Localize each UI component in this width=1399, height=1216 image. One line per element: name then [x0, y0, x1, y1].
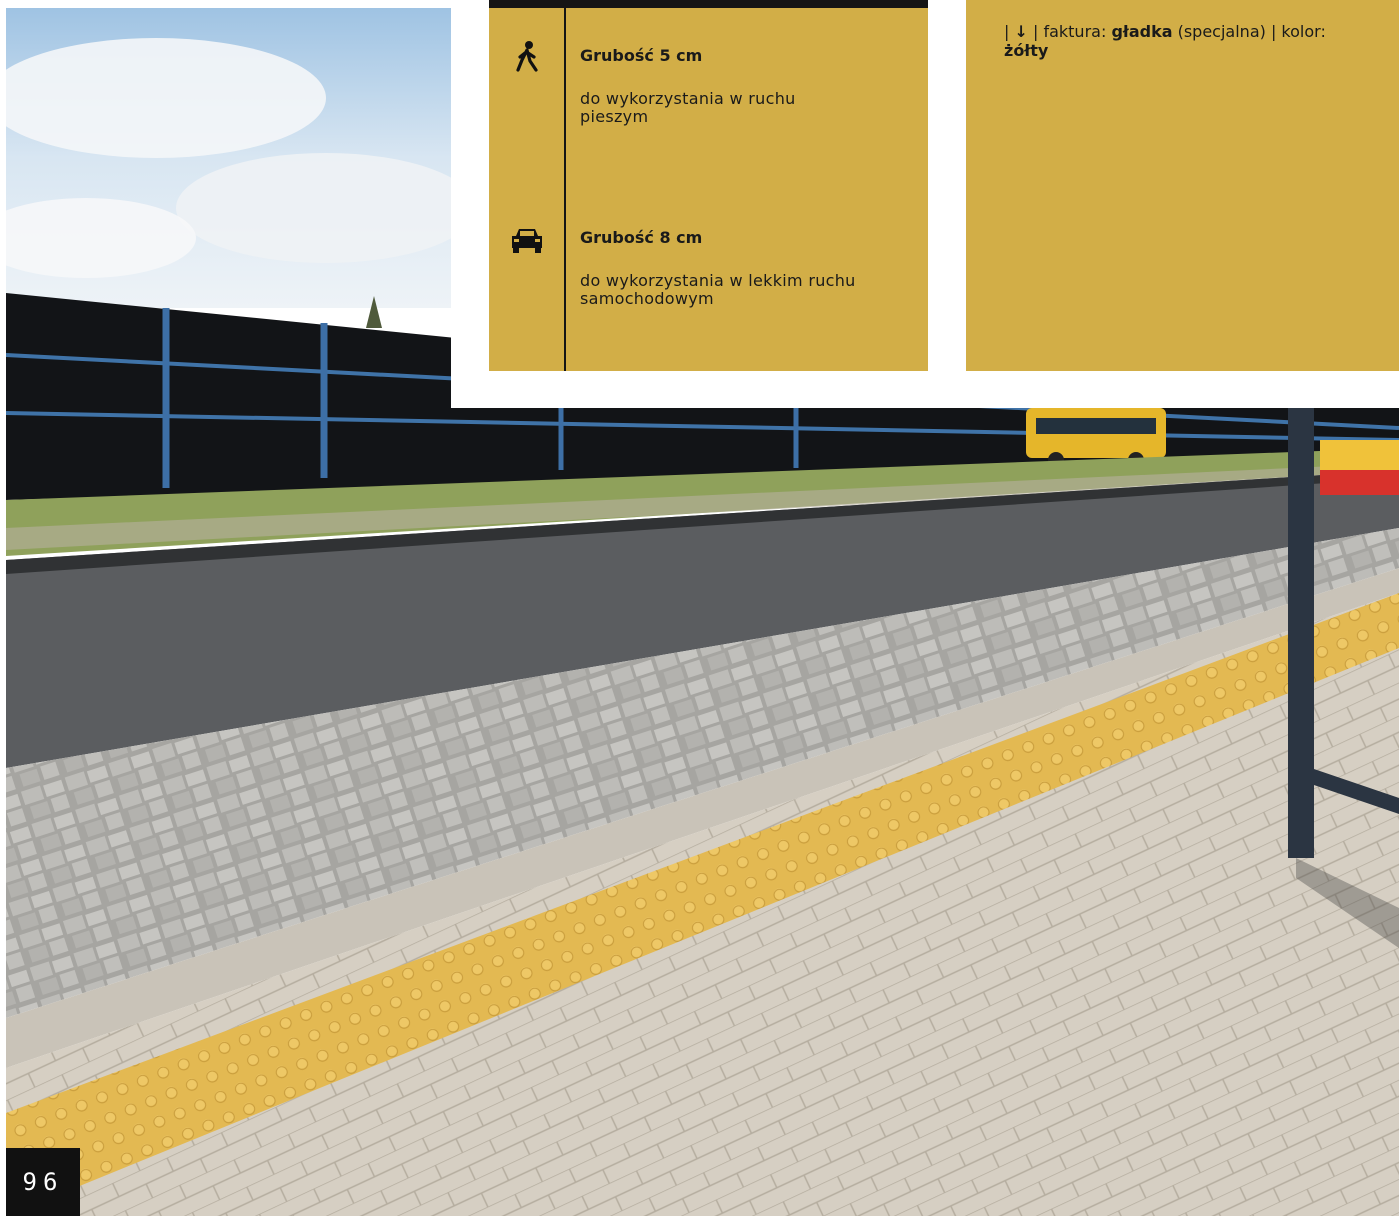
separator: |	[1027, 22, 1044, 41]
color-label: kolor:	[1281, 22, 1326, 41]
pedestrian-icon	[509, 40, 545, 76]
texture-note: (specjalna) |	[1172, 22, 1282, 41]
texture-label: faktura:	[1043, 22, 1112, 41]
color-value: żółty	[1004, 41, 1049, 60]
separator: |	[1004, 22, 1015, 41]
spec-box: | ↓ | faktura: gładka (specjalna) | kolo…	[966, 0, 1399, 371]
row-title: Grubość 5 cm	[580, 46, 703, 65]
texture-value: gładka	[1111, 22, 1173, 41]
table-column-rule	[564, 0, 566, 371]
table-top-rule	[489, 0, 928, 8]
row-title: Grubość 8 cm	[580, 228, 703, 247]
page-number: 96	[6, 1148, 80, 1216]
row-description: do wykorzystania w ruchu pieszym	[580, 89, 796, 126]
thickness-info-table: Grubość 5 cm do wykorzystania w ruchu pi…	[489, 0, 928, 371]
spec-text: | ↓ | faktura: gładka (specjalna) | kolo…	[1004, 22, 1334, 60]
down-arrow-icon: ↓	[1014, 22, 1028, 41]
row-description: do wykorzystania w lekkim ruchu samochod…	[580, 271, 856, 308]
car-icon	[509, 224, 545, 260]
